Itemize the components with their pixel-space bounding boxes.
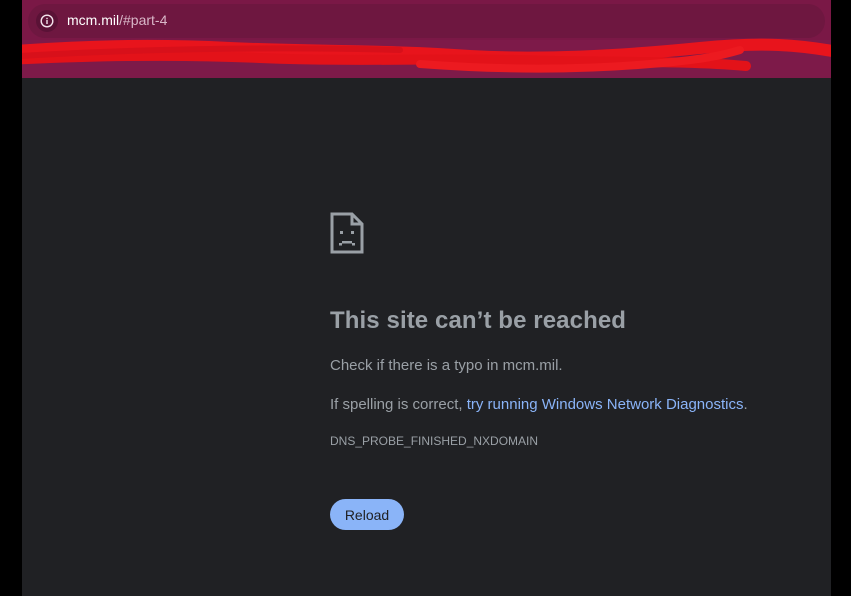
error-content: This site can’t be reached Check if ther…	[330, 212, 810, 530]
sad-document-icon	[330, 212, 364, 254]
site-info-button[interactable]	[36, 10, 58, 32]
url-text[interactable]: mcm.mil/#part-4	[67, 12, 167, 28]
info-icon	[40, 14, 54, 28]
url-host: mcm.mil	[67, 12, 120, 28]
browser-window: mcm.mil/#part-4 This site can’t be reach…	[22, 0, 831, 596]
error-title: This site can’t be reached	[330, 307, 627, 334]
browser-toolbar: mcm.mil/#part-4	[22, 0, 831, 78]
bookmarks-bar	[22, 40, 831, 78]
diagnostics-suffix: .	[743, 396, 748, 413]
reload-button[interactable]: Reload	[330, 499, 404, 530]
diagnostics-prefix: If spelling is correct,	[330, 396, 467, 413]
typo-hint: Check if there is a typo in mcm.mil.	[330, 357, 563, 374]
address-bar[interactable]: mcm.mil/#part-4	[28, 4, 825, 38]
error-code: DNS_PROBE_FINISHED_NXDOMAIN	[330, 434, 539, 448]
diagnostics-hint: If spelling is correct, try running Wind…	[330, 396, 810, 413]
network-diagnostics-link[interactable]: try running Windows Network Diagnostics	[467, 396, 744, 413]
url-path: /#part-4	[119, 12, 168, 28]
